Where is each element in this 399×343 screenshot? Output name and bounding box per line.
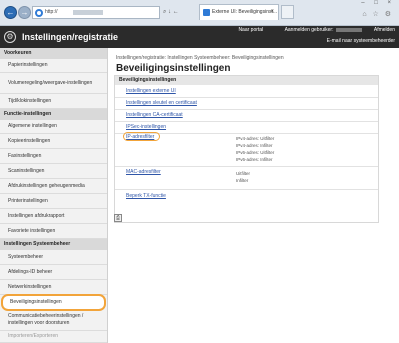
- back-icon[interactable]: ←: [4, 6, 17, 19]
- app-header: ⚙ Instellingen/registratie Naar portal A…: [0, 26, 399, 48]
- header-links: Naar portal Aanmelden gebruiker: Afmelde…: [228, 27, 395, 33]
- link-mac-adresfilter[interactable]: MAC-adresfilter: [126, 169, 161, 175]
- sidebar-item-papier[interactable]: Papierinstellingen: [0, 59, 107, 73]
- sidebar-section-functie: Functie-instellingen: [0, 109, 107, 120]
- settings-panel: Beveiligingsinstellingen Instellingen ex…: [114, 75, 379, 223]
- window-controls[interactable]: – □ ×: [361, 0, 395, 6]
- logout-link[interactable]: Afmelden: [374, 27, 395, 33]
- row-divider: [115, 166, 378, 167]
- mac-value: Uitfilter: [236, 171, 251, 176]
- portal-link[interactable]: Naar portal: [238, 27, 263, 33]
- ip-value: IPv4-adres: Infilter: [236, 143, 273, 148]
- sidebar-item-printer[interactable]: Printerinstellingen: [0, 194, 107, 209]
- tab-close-icon[interactable]: ×: [270, 5, 274, 20]
- user-name: [336, 27, 363, 32]
- sidebar-item-kopieer[interactable]: Kopieerinstellingen: [0, 134, 107, 149]
- sidebar: Voorkeuren Papierinstellingen Volumerege…: [0, 48, 108, 343]
- sidebar-item-volume[interactable]: Volumeregeling/weergave-instellingen: [0, 73, 107, 94]
- panel-title: Beveiligingsinstellingen: [115, 76, 378, 85]
- ip-filter-highlight: [123, 132, 160, 141]
- forward-icon[interactable]: →: [18, 6, 31, 19]
- mac-filter-values: Uitfilter Infilter: [236, 170, 250, 184]
- sidebar-item-systeembeheer[interactable]: Systeembeheer: [0, 250, 107, 265]
- sidebar-section-systeembeheer: Instellingen Systeembeheer: [0, 239, 107, 250]
- browser-chrome: ← → http:// ⌕ ↓ ← Externe UI: Beveiligin…: [0, 0, 399, 26]
- row-divider: [115, 97, 378, 98]
- address-bar[interactable]: http://: [32, 6, 160, 19]
- sidebar-item-geheugenmedia[interactable]: Afdrukinstellingen geheugenmedia: [0, 179, 107, 194]
- row-divider: [115, 189, 378, 190]
- tab-title: Externe UI: Beveiligingsinst...: [212, 9, 278, 15]
- sidebar-item-afdelings-id[interactable]: Afdelings-ID beheer: [0, 265, 107, 280]
- row-divider: [115, 109, 378, 110]
- page-icon: [203, 9, 210, 16]
- sidebar-item-scan[interactable]: Scaninstellingen: [0, 164, 107, 179]
- new-tab-button[interactable]: [281, 5, 294, 19]
- print-icon[interactable]: ⎙: [114, 214, 122, 222]
- mac-value: Infilter: [236, 178, 249, 183]
- sidebar-item-algemeen[interactable]: Algemene instellingen: [0, 120, 107, 134]
- sidebar-item-communicatie[interactable]: Communicatiebeheerinstellingen / instell…: [0, 310, 107, 331]
- ip-value: IPv6-adres: Uitfilter: [236, 150, 275, 155]
- link-beperk-tx[interactable]: Beperk TX-functie: [126, 193, 166, 199]
- mail-admin-link[interactable]: E-mail naar systeembeheerder: [327, 38, 395, 44]
- link-ipsec[interactable]: IPSec-instellingen: [126, 124, 166, 130]
- login-label-text: Aanmelden gebruiker:: [284, 27, 334, 33]
- row-divider: [115, 121, 378, 122]
- browser-tab[interactable]: Externe UI: Beveiligingsinst... ×: [199, 4, 279, 20]
- main-content: Instellingen/registratie: Instellingen S…: [108, 48, 399, 343]
- sidebar-item-beveiliging[interactable]: Beveiligingsinstellingen: [1, 294, 106, 311]
- sidebar-item-fax[interactable]: Faxinstellingen: [0, 149, 107, 164]
- link-ca-certificaat[interactable]: Instellingen CA-certificaat: [126, 112, 183, 118]
- browser-logo-icon: [35, 9, 43, 17]
- breadcrumb: Instellingen/registratie: Instellingen S…: [116, 55, 284, 61]
- address-host: [73, 10, 103, 15]
- sidebar-item-import-export[interactable]: Importeren/Exporteren: [0, 331, 107, 343]
- link-externe-ui[interactable]: Instellingen externe UI: [126, 88, 176, 94]
- page-title: Beveiligingsinstellingen: [116, 63, 231, 74]
- sidebar-item-favoriet[interactable]: Favoriete instellingen: [0, 224, 107, 239]
- toolbar-icons[interactable]: ⌂ ☆ ⚙: [362, 10, 393, 18]
- ip-value: IPv6-adres: Infilter: [236, 157, 273, 162]
- sidebar-item-afdrukrapport[interactable]: Instellingen afdrukrapport: [0, 209, 107, 224]
- sidebar-item-netwerk[interactable]: Netwerkinstellingen: [0, 280, 107, 295]
- sidebar-item-tijd[interactable]: Tijd/klokinstellingen: [0, 94, 107, 109]
- settings-logo-icon: ⚙: [4, 31, 16, 43]
- address-tools-icon[interactable]: ⌕ ↓ ←: [163, 6, 179, 19]
- ip-value: IPv4-adres: Uitfilter: [236, 136, 275, 141]
- app-title: Instellingen/registratie: [22, 32, 119, 42]
- sidebar-section-voorkeuren: Voorkeuren: [0, 48, 107, 59]
- link-sleutel-certificaat[interactable]: Instellingen sleutel en certificaat: [126, 100, 197, 106]
- address-text: http://: [45, 9, 58, 15]
- ip-filter-values: IPv4-adres: Uitfilter IPv4-adres: Infilt…: [236, 135, 274, 163]
- login-label: Aanmelden gebruiker:: [275, 27, 363, 33]
